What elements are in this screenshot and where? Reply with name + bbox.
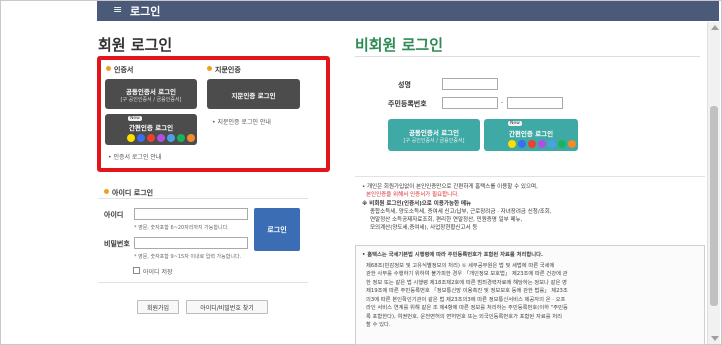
- pw-hint: * 영문, 숫자포함 9~15자 이내로 입력 가능합니다.: [134, 254, 242, 260]
- login-button[interactable]: 로그인: [254, 208, 300, 251]
- id-label: 아이디: [104, 211, 124, 219]
- member-login-title: 회원 로그인: [98, 36, 173, 54]
- top-bar: [1, 1, 721, 23]
- scroll-thumb[interactable]: [710, 106, 718, 306]
- scroll-down-icon[interactable]: [711, 336, 719, 341]
- id-section-label: 아이디 로그인: [104, 188, 153, 198]
- rrn-label: 주민등록번호: [388, 100, 427, 108]
- shinhan-icon: [568, 140, 576, 148]
- pw-label: 비밀번호: [104, 240, 130, 248]
- new-badge: New: [508, 121, 522, 126]
- guest-login-title: 비회원 로그인: [355, 36, 444, 54]
- id-hint: * 영문, 숫자포함 6~20자리까지 가능합니다.: [134, 225, 229, 231]
- payco-icon: [528, 140, 536, 148]
- save-id-label: 아이디 저장: [143, 269, 173, 276]
- guest-simple-cert-button[interactable]: New 간편인증 로그인: [484, 119, 578, 151]
- divider: [98, 282, 308, 283]
- save-id-checkbox[interactable]: [133, 267, 140, 274]
- vertical-scrollbar[interactable]: [707, 22, 720, 344]
- divider: [98, 198, 308, 199]
- privacy-info-text: • 홈택스는 국세기본법 시행령에 따라 주민등록번호가 포함된 자료를 처리합…: [362, 252, 568, 328]
- guest-notice: • 개인은 회원가입없이 본인인증만으로 간편하게 홈택스를 이용할 수 있으며…: [362, 184, 552, 231]
- id-input[interactable]: [134, 208, 248, 220]
- guest-joint-cert-button[interactable]: 공동인증서 로그인 [구 공인인증서 / 금융인증서]: [388, 119, 480, 151]
- top-bar-strip: [97, 1, 719, 21]
- password-input[interactable]: [134, 237, 248, 249]
- join-button[interactable]: 회원가입: [137, 300, 179, 314]
- page-title: 로그인: [130, 5, 161, 18]
- menu-icon[interactable]: ≡: [113, 4, 125, 16]
- divider: [355, 56, 700, 57]
- divider: [355, 176, 705, 177]
- naver-icon: [558, 140, 566, 148]
- find-id-password-button[interactable]: 아이디/비밀번호 찾기: [186, 300, 268, 314]
- bullet-icon: [104, 189, 109, 194]
- scroll-up-icon[interactable]: [711, 25, 719, 30]
- name-input[interactable]: [442, 78, 498, 90]
- highlight-box: [97, 56, 330, 172]
- rrn-front-input[interactable]: [442, 97, 498, 109]
- rrn-back-input[interactable]: [507, 97, 563, 109]
- simple-cert-icons: [508, 140, 576, 148]
- rrn-separator: -: [501, 99, 504, 106]
- pass-icon: [518, 140, 526, 148]
- name-label: 성명: [398, 81, 411, 89]
- kakao-icon: [508, 140, 516, 148]
- kb-icon: [548, 140, 556, 148]
- toss-icon: [538, 140, 546, 148]
